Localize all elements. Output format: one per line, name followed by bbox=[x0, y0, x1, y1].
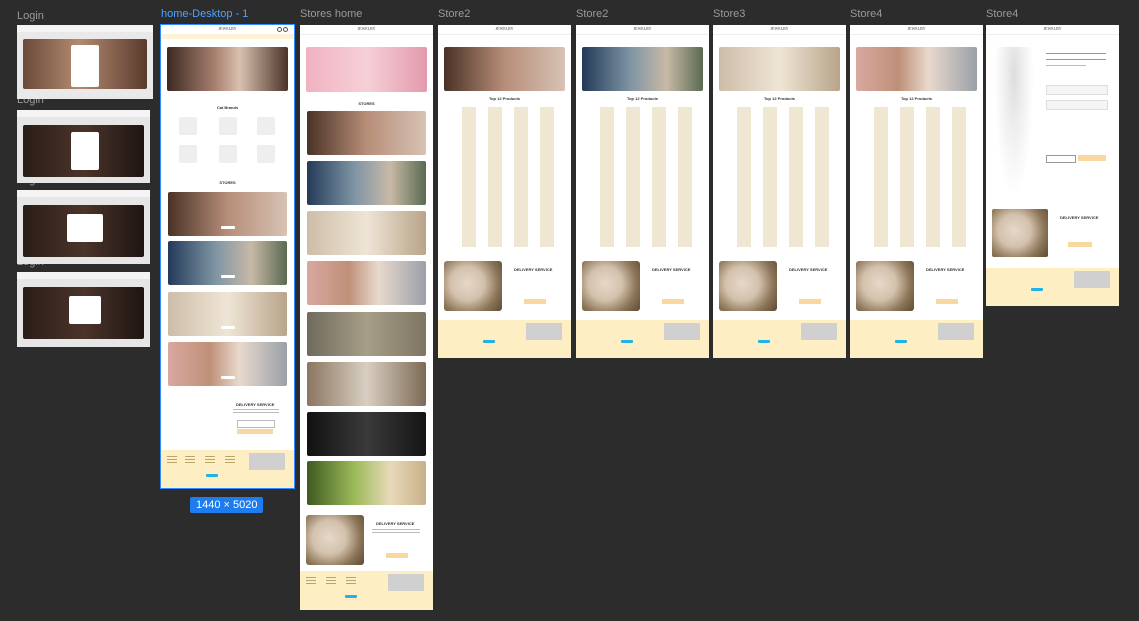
store2-frame-b[interactable]: JEWELRY Top 12 Products DELIVERY SERVICE bbox=[576, 25, 709, 358]
login-frame-3[interactable] bbox=[17, 190, 150, 264]
store-banner[interactable] bbox=[307, 261, 426, 305]
subscribe-button[interactable] bbox=[206, 474, 218, 477]
store-banner[interactable] bbox=[307, 312, 426, 356]
frame-size-badge: 1440 × 5020 bbox=[190, 497, 264, 513]
brand-logo: JEWELRY bbox=[495, 26, 514, 31]
delivery-title: DELIVERY SERVICE bbox=[1060, 215, 1099, 220]
delivery-button[interactable] bbox=[237, 429, 273, 434]
store-banner[interactable] bbox=[168, 292, 287, 336]
frame-label-store3[interactable]: Store3 bbox=[713, 8, 745, 20]
store-banner[interactable] bbox=[307, 111, 426, 155]
store-banner[interactable] bbox=[307, 461, 426, 505]
user-icon[interactable] bbox=[283, 27, 288, 32]
brand-logo: JEWELRY bbox=[907, 26, 926, 31]
store-banner[interactable] bbox=[307, 412, 426, 456]
category-tile[interactable] bbox=[257, 145, 275, 163]
brand-logo: JEWELRY bbox=[357, 26, 376, 31]
delivery-image bbox=[306, 515, 364, 565]
delivery-title: DELIVERY SERVICE bbox=[926, 267, 965, 272]
category-tile[interactable] bbox=[257, 117, 275, 135]
brand-logo: JEWELRY bbox=[218, 26, 237, 31]
top-products-title: Top 12 Products bbox=[763, 96, 796, 101]
frame-label-stores-home[interactable]: Stores home bbox=[300, 8, 362, 20]
delivery-title: DELIVERY SERVICE bbox=[789, 267, 828, 272]
store-banner[interactable] bbox=[168, 241, 287, 285]
login-frame-1[interactable] bbox=[17, 25, 153, 99]
frame-label-store2-b[interactable]: Store2 bbox=[576, 8, 608, 20]
email-input[interactable] bbox=[237, 420, 275, 428]
delivery-title: DELIVERY SERVICE bbox=[652, 267, 691, 272]
footer bbox=[161, 450, 294, 488]
add-to-cart-button[interactable] bbox=[1046, 155, 1076, 163]
nav-bar[interactable] bbox=[161, 34, 294, 39]
hero-banner bbox=[167, 47, 288, 91]
delivery-button[interactable] bbox=[386, 553, 408, 558]
store-banner[interactable] bbox=[168, 192, 287, 236]
hero-banner bbox=[306, 47, 427, 92]
delivery-button[interactable] bbox=[1068, 242, 1092, 247]
store2-frame-a[interactable]: JEWELRY Top 12 Products DELIVERY SERVICE bbox=[438, 25, 571, 358]
top-products-title: Top 12 Products bbox=[900, 96, 933, 101]
product-image bbox=[994, 47, 1034, 197]
stores-title: STORES bbox=[358, 101, 375, 106]
brand-logo: JEWELRY bbox=[770, 26, 789, 31]
delivery-title: DELIVERY SERVICE bbox=[514, 267, 553, 272]
store-banner[interactable] bbox=[168, 342, 287, 386]
footer bbox=[300, 571, 433, 610]
brand-logo: JEWELRY bbox=[633, 26, 652, 31]
buy-now-button[interactable] bbox=[1078, 155, 1106, 161]
frame-label-store4-b[interactable]: Store4 bbox=[986, 8, 1018, 20]
store-banner[interactable] bbox=[307, 362, 426, 406]
cat-brands-title: Cat Brands bbox=[216, 105, 239, 110]
frame-label-login[interactable]: Login bbox=[17, 10, 44, 22]
stores-title: STORES bbox=[219, 180, 236, 185]
top-products-title: Top 12 Products bbox=[626, 96, 659, 101]
delivery-button[interactable] bbox=[936, 299, 958, 304]
brand-logo: JEWELRY bbox=[1043, 26, 1062, 31]
store-banner[interactable] bbox=[307, 161, 426, 205]
delivery-button[interactable] bbox=[524, 299, 546, 304]
category-tile[interactable] bbox=[219, 117, 237, 135]
category-tile[interactable] bbox=[219, 145, 237, 163]
subscribe-button[interactable] bbox=[345, 595, 357, 598]
store4-frame-a[interactable]: JEWELRY Top 12 Products DELIVERY SERVICE bbox=[850, 25, 983, 358]
store-banner[interactable] bbox=[307, 211, 426, 255]
home-desktop-frame[interactable]: JEWELRY Cat Brands STORES DELIVERY SERVI… bbox=[160, 24, 295, 489]
frame-label-home-desktop[interactable]: home-Desktop - 1 bbox=[161, 8, 248, 20]
stores-home-frame[interactable]: JEWELRY STORES DELIVERY SERVICE bbox=[300, 25, 433, 610]
store4-detail-frame[interactable]: JEWELRY DELIVERY SERVICE bbox=[986, 25, 1119, 306]
category-tile[interactable] bbox=[179, 117, 197, 135]
frame-label-store4-a[interactable]: Store4 bbox=[850, 8, 882, 20]
delivery-title: DELIVERY SERVICE bbox=[376, 521, 415, 526]
store3-frame[interactable]: JEWELRY Top 12 Products DELIVERY SERVICE bbox=[713, 25, 846, 358]
delivery-button[interactable] bbox=[799, 299, 821, 304]
login-frame-2[interactable] bbox=[17, 110, 150, 183]
search-icon[interactable] bbox=[277, 27, 282, 32]
login-frame-4[interactable] bbox=[17, 272, 150, 347]
frame-label-store2-a[interactable]: Store2 bbox=[438, 8, 470, 20]
delivery-title: DELIVERY SERVICE bbox=[236, 402, 275, 407]
delivery-button[interactable] bbox=[662, 299, 684, 304]
top-products-title: Top 12 Products bbox=[488, 96, 521, 101]
category-tile[interactable] bbox=[179, 145, 197, 163]
